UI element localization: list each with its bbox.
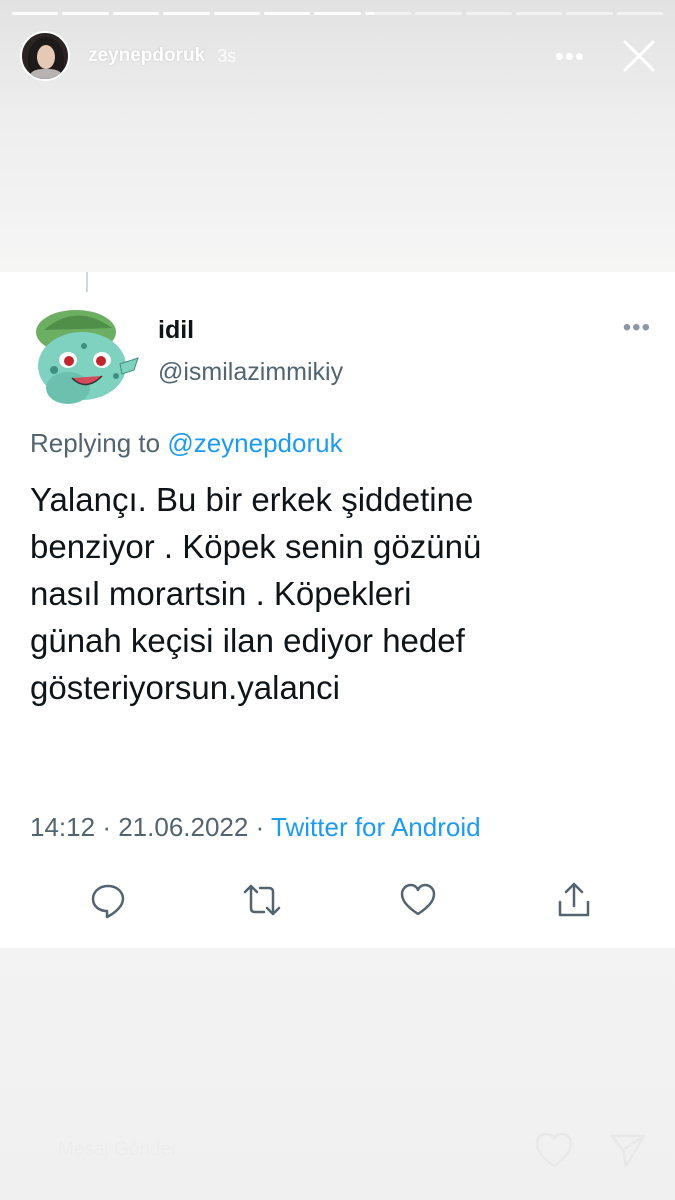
story-progress-segment: [515, 12, 563, 15]
tweet-meta: 14:12 · 21.06.2022 · Twitter for Android: [30, 812, 481, 843]
reply-icon[interactable]: [88, 880, 128, 920]
story-progress-segment: [263, 12, 311, 15]
story-progress-fill: [163, 12, 210, 15]
replying-to: Replying to @zeynepdoruk: [30, 428, 343, 459]
send-icon[interactable]: [608, 1130, 648, 1170]
story-progress-bar: [12, 12, 664, 15]
story-avatar[interactable]: [20, 31, 70, 81]
heart-icon[interactable]: [532, 1128, 576, 1172]
story-progress-segment: [415, 12, 462, 15]
like-icon[interactable]: [398, 880, 438, 920]
story-progress-segment: [62, 12, 109, 15]
story-progress-segment: [213, 12, 260, 15]
retweet-icon[interactable]: [242, 880, 282, 920]
tweet-author-avatar[interactable]: [24, 300, 142, 418]
tweet-text-line: nasıl morartsin . Köpekleri: [30, 575, 412, 612]
tweet-date: 21.06.2022: [118, 812, 249, 842]
close-icon[interactable]: [621, 38, 657, 74]
tweet-time: 14:12: [30, 812, 96, 842]
message-input[interactable]: Mesaj Gönder: [40, 1128, 510, 1172]
tweet-card: idil @ismilazimmikiy ••• Replying to @ze…: [0, 272, 675, 948]
story-progress-segment: [364, 12, 412, 15]
tweet-text-line: gösteriyorsun.yalanci: [30, 669, 340, 706]
story-header: zeynepdoruk 3s •••: [20, 30, 657, 82]
story-progress-segment: [163, 12, 210, 15]
replying-prefix: Replying to: [30, 428, 161, 458]
story-progress-fill: [213, 12, 260, 15]
tweet-text-line: günah keçisi ilan ediyor hedef: [30, 622, 465, 659]
tweet-handle[interactable]: @ismilazimmikiy: [158, 358, 343, 387]
story-username[interactable]: zeynepdoruk: [88, 45, 205, 67]
story-progress-fill: [364, 12, 374, 15]
message-placeholder: Mesaj Gönder: [58, 1139, 178, 1160]
story-progress-segment: [566, 12, 613, 15]
tweet-source-link[interactable]: Twitter for Android: [271, 812, 481, 842]
meta-separator: ·: [102, 812, 111, 842]
story-timestamp: 3s: [217, 45, 237, 66]
tweet-display-name[interactable]: idil: [158, 316, 194, 345]
story-progress-fill: [12, 12, 59, 15]
story-progress-segment: [314, 12, 361, 15]
tweet-text-line: benziyor . Köpek senin gözünü: [30, 528, 482, 565]
replying-mention-link[interactable]: @zeynepdoruk: [167, 428, 342, 458]
story-progress-segment: [112, 12, 160, 15]
more-horizontal-icon[interactable]: •••: [555, 43, 585, 69]
share-icon[interactable]: [554, 880, 594, 920]
story-progress-fill: [62, 12, 109, 15]
tweet-actions: [88, 880, 608, 920]
tweet-text: Yalançı. Bu bir erkek şiddetine benziyor…: [30, 476, 650, 711]
story-progress-fill: [314, 12, 361, 15]
thread-line: [86, 272, 88, 292]
story-progress-fill: [112, 12, 160, 15]
story-progress-segment: [465, 12, 512, 15]
story-progress-fill: [263, 12, 311, 15]
tweet-more-icon[interactable]: •••: [623, 314, 651, 342]
tweet-text-line: Yalançı. Bu bir erkek şiddetine: [30, 481, 474, 518]
meta-separator: ·: [255, 812, 265, 842]
story-progress-segment: [12, 12, 59, 15]
story-progress-segment: [616, 12, 664, 15]
